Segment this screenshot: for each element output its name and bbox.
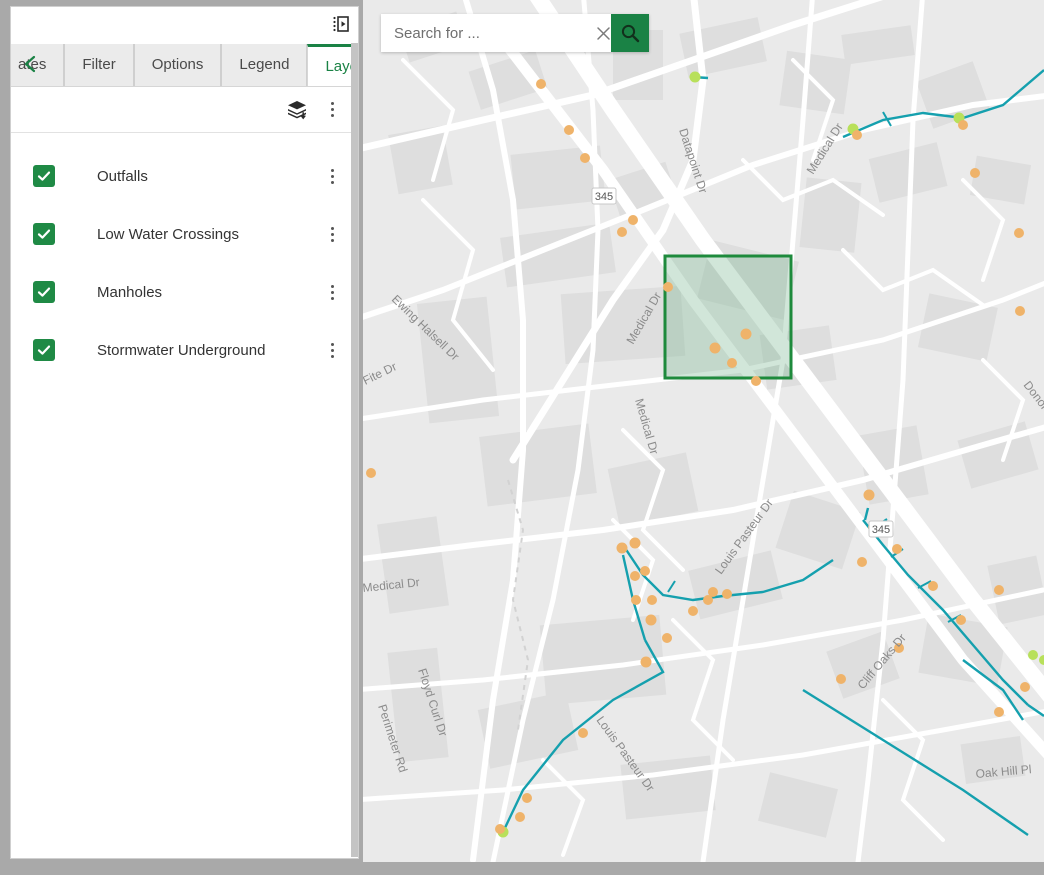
selection-rectangle <box>663 254 793 380</box>
layer-name: Manholes <box>97 283 163 301</box>
layer-name: Outfalls <box>97 167 148 185</box>
layer-more-menu-icon[interactable] <box>320 163 344 189</box>
map-canvas[interactable]: 345 345 Datapoint Dr Medical Dr Ewing Ha… <box>363 0 1044 862</box>
chevron-left-icon[interactable] <box>19 50 41 78</box>
layer-row-manholes[interactable]: Manholes <box>11 263 358 321</box>
layer-name: Stormwater Underground <box>97 341 266 359</box>
layer-more-menu-icon[interactable] <box>320 279 344 305</box>
layers-panel: ates Filter Options Legend Layers <box>10 6 359 859</box>
layers-stack-add-icon[interactable] <box>282 95 312 125</box>
tab-label: Options <box>151 56 204 73</box>
layer-visibility-checkbox[interactable] <box>33 281 55 303</box>
panel-scrollbar-thumb[interactable] <box>351 43 358 857</box>
close-icon[interactable] <box>595 14 611 52</box>
highway-shield-label: 345 <box>595 191 613 203</box>
tab-label: Legend <box>239 56 290 73</box>
layer-row-low-water-crossings[interactable]: Low Water Crossings <box>11 205 358 263</box>
layer-more-menu-icon[interactable] <box>320 337 344 363</box>
map-graphics: 345 345 Datapoint Dr Medical Dr Ewing Ha… <box>363 0 1044 862</box>
application-window: ates Filter Options Legend Layers <box>0 0 1044 875</box>
layer-row-stormwater-underground[interactable]: Stormwater Underground <box>11 321 358 379</box>
layer-list: Outfalls Low Water Crossings Manholes St… <box>11 133 358 379</box>
layer-more-menu-icon[interactable] <box>320 221 344 247</box>
tab-options[interactable]: Options <box>133 44 222 86</box>
search-icon[interactable] <box>611 14 649 52</box>
layer-visibility-checkbox[interactable] <box>33 339 55 361</box>
layers-more-menu-icon[interactable] <box>320 97 344 123</box>
highway-shield: 345 <box>868 520 894 538</box>
highway-shield-label: 345 <box>872 524 890 536</box>
panel-tab-strip: ates Filter Options Legend Layers <box>11 42 358 87</box>
layer-visibility-checkbox[interactable] <box>33 223 55 245</box>
panel-top-bar <box>11 7 358 42</box>
map-search-bar <box>381 14 649 52</box>
tab-filter[interactable]: Filter <box>64 44 134 86</box>
tab-label: Filter <box>82 56 116 73</box>
layer-visibility-checkbox[interactable] <box>33 165 55 187</box>
collapse-panel-icon[interactable] <box>328 11 354 37</box>
search-input[interactable] <box>381 23 595 43</box>
tab-legend[interactable]: Legend <box>221 44 308 86</box>
highway-shield: 345 <box>591 187 617 205</box>
layers-toolbar <box>11 87 358 133</box>
panel-scrollbar[interactable] <box>351 43 358 857</box>
layer-name: Low Water Crossings <box>97 225 239 243</box>
layer-row-outfalls[interactable]: Outfalls <box>11 147 358 205</box>
